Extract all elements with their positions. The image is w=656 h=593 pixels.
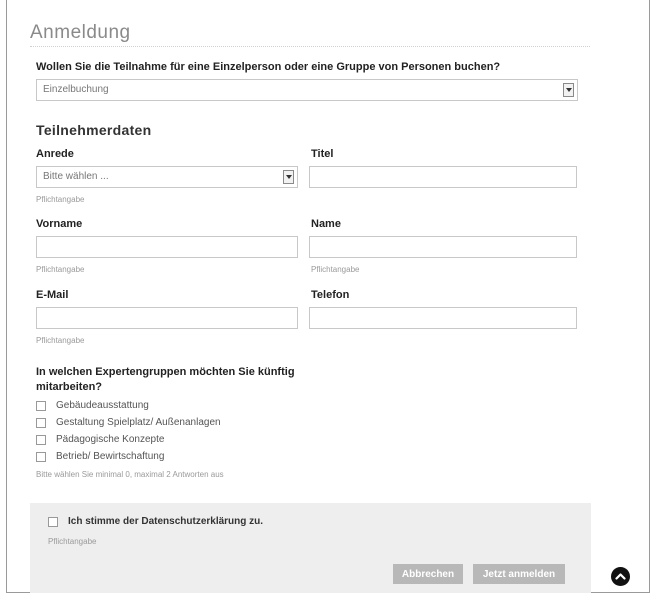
first-name-label: Vorname: [36, 218, 83, 230]
expert-groups-hint: Bitte wählen Sie minimal 0, maximal 2 An…: [36, 470, 224, 479]
email-input[interactable]: [36, 307, 298, 329]
phone-input[interactable]: [309, 307, 577, 329]
first-name-input[interactable]: [36, 236, 298, 258]
last-name-label: Name: [311, 218, 341, 230]
privacy-hint: Pflichtangabe: [48, 537, 97, 546]
salutation-select[interactable]: Bitte wählen ...: [36, 166, 298, 188]
section-title-participant: Teilnehmerdaten: [36, 122, 152, 138]
cancel-button[interactable]: Abbrechen: [393, 564, 463, 584]
first-name-hint: Pflichtangabe: [36, 265, 85, 274]
salutation-hint: Pflichtangabe: [36, 195, 85, 204]
title-divider: [30, 46, 590, 47]
checkbox-option-operation[interactable]: Betrieb/ Bewirtschaftung: [36, 451, 164, 462]
submit-button[interactable]: Jetzt anmelden: [473, 564, 565, 584]
chevron-up-icon: [615, 573, 626, 580]
phone-label: Telefon: [311, 289, 350, 301]
page-title: Anmeldung: [30, 22, 131, 43]
chevron-down-icon: [283, 170, 294, 184]
title-input[interactable]: [309, 166, 577, 188]
checkbox-option-building[interactable]: Gebäudeausstattung: [36, 400, 149, 411]
privacy-consent[interactable]: Ich stimme der Datenschutzerklärung zu.: [48, 516, 263, 527]
checkbox[interactable]: [36, 417, 46, 428]
last-name-hint: Pflichtangabe: [311, 265, 360, 274]
checkbox-option-playground[interactable]: Gestaltung Spielplatz/ Außenanlagen: [36, 417, 221, 428]
booking-type-value: Einzelbuchung: [43, 84, 109, 95]
email-hint: Pflichtangabe: [36, 336, 85, 345]
last-name-input[interactable]: [309, 236, 577, 258]
booking-type-select[interactable]: Einzelbuchung: [36, 79, 578, 101]
title-field-label: Titel: [311, 148, 334, 160]
checkbox[interactable]: [36, 434, 46, 445]
checkbox[interactable]: [36, 451, 46, 462]
email-label: E-Mail: [36, 289, 69, 301]
checkbox[interactable]: [36, 400, 46, 411]
booking-question: Wollen Sie die Teilnahme für eine Einzel…: [36, 61, 501, 73]
privacy-checkbox[interactable]: [48, 516, 58, 527]
scroll-to-top-button[interactable]: [611, 567, 630, 586]
salutation-placeholder: Bitte wählen ...: [43, 171, 109, 182]
checkbox-option-pedagogy[interactable]: Pädagogische Konzepte: [36, 434, 164, 445]
chevron-down-icon: [563, 83, 574, 97]
expert-groups-question: In welchen Expertengruppen möchten Sie k…: [36, 366, 295, 393]
privacy-label: Ich stimme der Datenschutzerklärung zu.: [68, 516, 264, 527]
salutation-label: Anrede: [36, 148, 74, 160]
